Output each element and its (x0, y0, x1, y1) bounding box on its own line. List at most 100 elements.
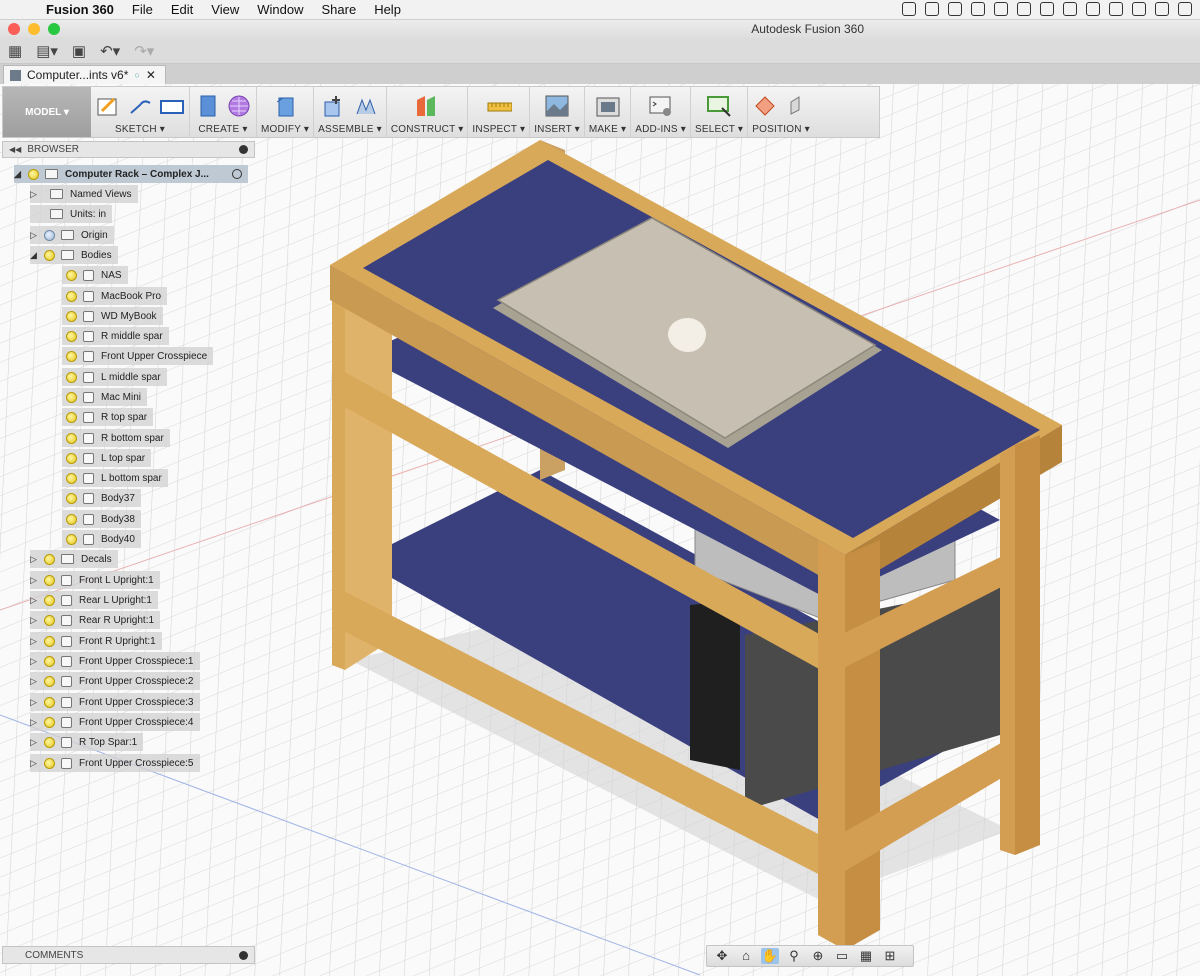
expand-triangle-icon[interactable]: ▷ (30, 717, 40, 728)
visibility-bulb-icon[interactable] (66, 350, 77, 362)
data-panel-grid-icon[interactable]: ▦ (8, 42, 22, 60)
status-icon[interactable] (902, 2, 916, 16)
visibility-bulb-icon[interactable] (28, 168, 39, 180)
visibility-bulb-icon[interactable] (66, 452, 77, 464)
expand-triangle-icon[interactable]: ▷ (30, 595, 40, 606)
tree-item-component[interactable]: ▷ Rear R Upright:1 (30, 611, 161, 629)
status-icon[interactable] (1040, 2, 1054, 16)
tree-item-body[interactable]: MacBook Pro (62, 287, 168, 305)
tree-item-body[interactable]: R middle spar (62, 327, 169, 345)
tree-item-component[interactable]: ▷ Front L Upright:1 (30, 571, 160, 589)
visibility-bulb-icon[interactable] (66, 330, 77, 342)
visibility-bulb-icon[interactable] (44, 553, 55, 565)
visibility-bulb-icon[interactable] (66, 391, 77, 403)
status-icon[interactable] (1063, 2, 1077, 16)
visibility-bulb-icon[interactable] (66, 411, 77, 423)
visibility-bulb-icon[interactable] (44, 736, 55, 748)
tree-item-component[interactable]: ▷ Front Upper Crosspiece:5 (30, 754, 200, 772)
tree-item-component[interactable]: ▷ Front Upper Crosspiece:3 (30, 693, 200, 711)
visibility-bulb-icon[interactable] (44, 635, 55, 647)
expand-triangle-icon[interactable]: ▷ (30, 737, 40, 748)
tree-item-body[interactable]: WD MyBook (62, 307, 163, 325)
menu-window[interactable]: Window (257, 2, 303, 17)
expand-triangle-icon[interactable]: ▷ (30, 676, 40, 687)
save-icon[interactable]: ▣ (72, 42, 86, 60)
browser-minimize-icon[interactable] (239, 145, 248, 154)
tree-item-body[interactable]: R top spar (62, 408, 154, 426)
expand-triangle-icon[interactable]: ▷ (30, 230, 40, 241)
select-box-icon[interactable] (706, 94, 732, 118)
tree-item-body[interactable]: Body38 (62, 510, 141, 528)
create-group[interactable]: CREATE ▾ (190, 87, 257, 137)
visibility-bulb-icon[interactable] (66, 432, 77, 444)
tree-item-body[interactable]: L middle spar (62, 368, 167, 386)
scripts-icon[interactable] (648, 94, 674, 118)
workspace-switcher-button[interactable]: MODEL ▾ (3, 87, 91, 137)
capture-position-icon[interactable] (752, 94, 778, 118)
create-sketch-icon[interactable] (95, 94, 121, 118)
tree-item-component[interactable]: ▷ Front Upper Crosspiece:2 (30, 672, 200, 690)
browser-header[interactable]: ◀◀ BROWSER (2, 141, 255, 158)
visibility-bulb-icon[interactable] (66, 533, 77, 545)
tree-item-named-views[interactable]: ▷ Named Views (30, 185, 138, 203)
tree-item-body[interactable]: L top spar (62, 449, 152, 467)
expand-triangle-icon[interactable]: ▷ (30, 758, 40, 769)
status-icon[interactable] (1178, 2, 1192, 16)
comments-toggle-icon[interactable] (239, 951, 248, 960)
tree-item-component[interactable]: ▷ Front Upper Crosspiece:1 (30, 652, 200, 670)
fit-icon[interactable]: ⊕ (809, 948, 827, 964)
status-icon[interactable] (925, 2, 939, 16)
add-ins-group[interactable]: ADD-INS ▾ (631, 87, 691, 137)
measure-icon[interactable] (486, 94, 512, 118)
visibility-bulb-icon[interactable] (66, 371, 77, 383)
visibility-bulb-icon[interactable] (44, 716, 55, 728)
tree-item-body[interactable]: NAS (62, 266, 128, 284)
visibility-bulb-icon[interactable] (44, 594, 55, 606)
visibility-bulb-icon[interactable] (44, 757, 55, 769)
tree-item-component[interactable]: ▷ R Top Spar:1 (30, 733, 144, 751)
menu-share[interactable]: Share (321, 2, 356, 17)
close-window-button[interactable] (8, 23, 20, 35)
orbit-icon[interactable]: ✥ (713, 948, 731, 964)
status-icon[interactable] (1109, 2, 1123, 16)
expand-triangle-icon[interactable]: ▷ (30, 656, 40, 667)
collapse-double-arrow-icon[interactable]: ◀◀ (9, 145, 21, 154)
viewports-icon[interactable]: ⊞ (881, 948, 899, 964)
location-icon[interactable] (971, 2, 985, 16)
activate-radio-icon[interactable] (232, 169, 242, 179)
status-icon[interactable] (1086, 2, 1100, 16)
pan-hand-icon[interactable]: ✋ (761, 948, 779, 964)
visibility-bulb-icon[interactable] (66, 513, 77, 525)
status-icon[interactable] (1155, 2, 1169, 16)
sketch-group[interactable]: SKETCH ▾ (91, 87, 190, 137)
tree-item-component[interactable]: ▷ Front R Upright:1 (30, 632, 162, 650)
menu-file[interactable]: File (132, 2, 153, 17)
assemble-group[interactable]: ASSEMBLE ▾ (314, 87, 387, 137)
visibility-bulb-icon[interactable] (66, 269, 77, 281)
collapse-triangle-icon[interactable]: ◢ (14, 169, 24, 180)
display-settings-icon[interactable]: ▭ (833, 948, 851, 964)
make-group[interactable]: MAKE ▾ (585, 87, 632, 137)
status-icon[interactable] (948, 2, 962, 16)
document-tab[interactable]: Computer...ints v6* ○ ✕ (3, 65, 166, 84)
tree-item-decals[interactable]: ▷ Decals (30, 550, 118, 568)
zoom-window-button[interactable] (48, 23, 60, 35)
visibility-bulb-icon[interactable] (44, 696, 55, 708)
visibility-bulb-icon[interactable] (44, 614, 55, 626)
rectangle-tool-icon[interactable] (159, 94, 185, 118)
menu-app-name[interactable]: Fusion 360 (46, 2, 114, 17)
redo-icon[interactable]: ↷▾ (134, 42, 154, 60)
file-menu-icon[interactable]: ▤▾ (36, 42, 58, 60)
close-tab-icon[interactable]: ✕ (146, 68, 156, 82)
tree-item-component[interactable]: ▷ Rear L Upright:1 (30, 591, 158, 609)
visibility-bulb-icon[interactable] (66, 492, 77, 504)
3d-print-icon[interactable] (595, 94, 621, 118)
offset-plane-icon[interactable] (414, 94, 440, 118)
revert-position-icon[interactable] (784, 94, 810, 118)
position-group[interactable]: POSITION ▾ (748, 87, 814, 137)
grid-settings-icon[interactable]: ▦ (857, 948, 875, 964)
wifi-icon[interactable] (994, 2, 1008, 16)
expand-triangle-icon[interactable]: ▷ (30, 575, 40, 586)
line-tool-icon[interactable] (127, 94, 153, 118)
tree-item-bodies[interactable]: ◢ Bodies (30, 246, 118, 264)
